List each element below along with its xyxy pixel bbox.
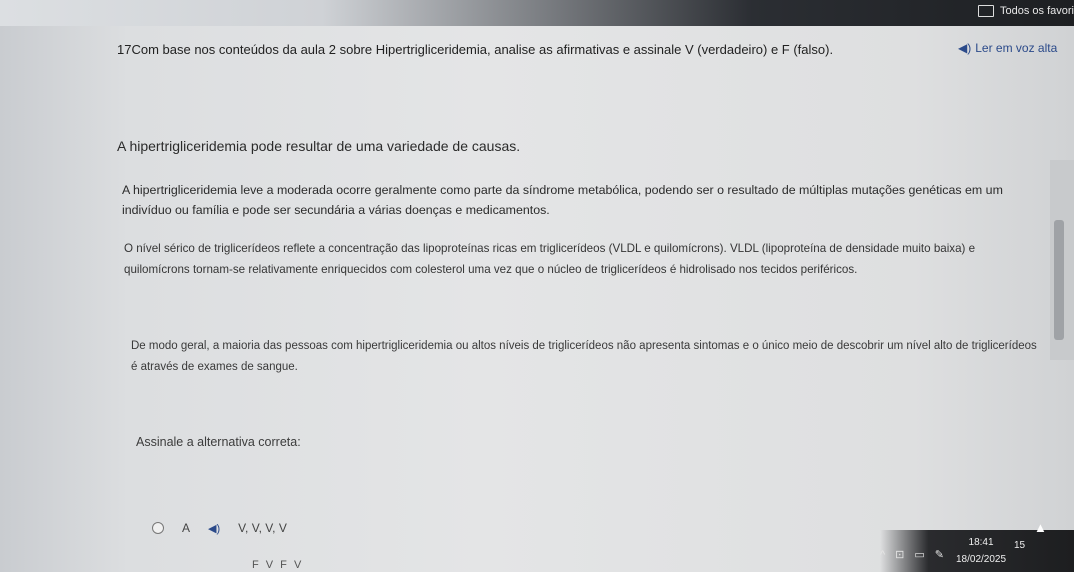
favorites-folder[interactable]: Todos os favori [978,5,1074,17]
scrollbar[interactable] [1050,160,1074,360]
option-text: V, V, V, V [238,521,287,535]
statement-4: De modo geral, a maioria das pessoas com… [131,340,1037,373]
answer-option-a[interactable]: A ◀) V, V, V, V [152,521,287,535]
battery-icon[interactable]: ▭ [914,548,924,561]
date: 18/02/2025 [956,554,1007,565]
mouse-cursor-icon: ▲ [1034,520,1047,535]
folder-icon [978,5,995,17]
system-tray: ^ ⊡ ▭ ✎ [880,548,944,562]
browser-top-bar: Todos os favori [0,0,1074,26]
read-aloud-button[interactable]: ◀) Ler em voz alta [958,41,1057,55]
statement-1: A hipertrigliceridemia pode resultar de … [117,138,521,154]
favorites-label: Todos os favori [1000,5,1074,17]
clock[interactable]: 18:41 18/02/2025 [956,534,1006,568]
instruction: Assinale a alternativa correta: [136,435,301,449]
camera-icon[interactable]: ⊡ [895,548,904,561]
speaker-icon: ◀) [958,41,972,55]
read-aloud-label: Ler em voz alta [975,41,1058,55]
speaker-icon[interactable]: ◀) [208,522,220,535]
pen-icon[interactable]: ✎ [935,548,944,561]
scrollbar-thumb[interactable] [1054,220,1064,340]
answer-option-b[interactable]: F V F V [252,559,303,571]
question-title: 17Com base nos conteúdos da aula 2 sobre… [117,42,834,57]
time: 18:41 [968,537,994,548]
option-letter: A [182,521,191,535]
statement-2: A hipertrigliceridemia leve a moderada o… [122,183,1003,217]
notification-badge[interactable]: 15 [1014,540,1025,551]
statement-3: O nível sérico de triglicerídeos reflete… [124,242,976,276]
chevron-up-icon[interactable]: ^ [880,549,885,561]
radio-button[interactable] [152,522,164,534]
